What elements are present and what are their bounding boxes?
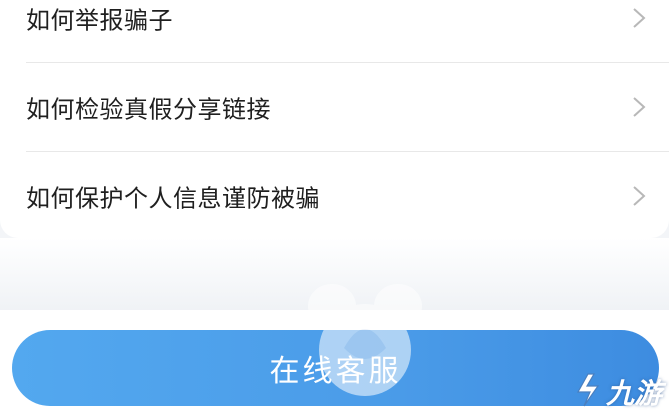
- chevron-right-icon: [633, 186, 646, 206]
- faq-item-label: 如何检验真假分享链接: [26, 95, 271, 124]
- content-fade: [0, 238, 669, 318]
- faq-card: 如何举报骗子 如何检验真假分享链接 如何保护个人信息谨防被骗: [0, 0, 669, 238]
- chevron-right-icon: [633, 97, 646, 117]
- chevron-right-icon: [633, 8, 646, 28]
- faq-item-label: 如何举报骗子: [26, 6, 173, 35]
- faq-item-verify-share-link[interactable]: 如何检验真假分享链接: [0, 63, 669, 151]
- faq-item-protect-personal-info[interactable]: 如何保护个人信息谨防被骗: [0, 152, 669, 240]
- online-service-label: 在线客服: [269, 354, 402, 389]
- faq-item-label: 如何保护个人信息谨防被骗: [26, 184, 320, 213]
- online-service-button[interactable]: 在线客服: [12, 330, 659, 406]
- faq-item-report-scammer[interactable]: 如何举报骗子: [0, 0, 669, 62]
